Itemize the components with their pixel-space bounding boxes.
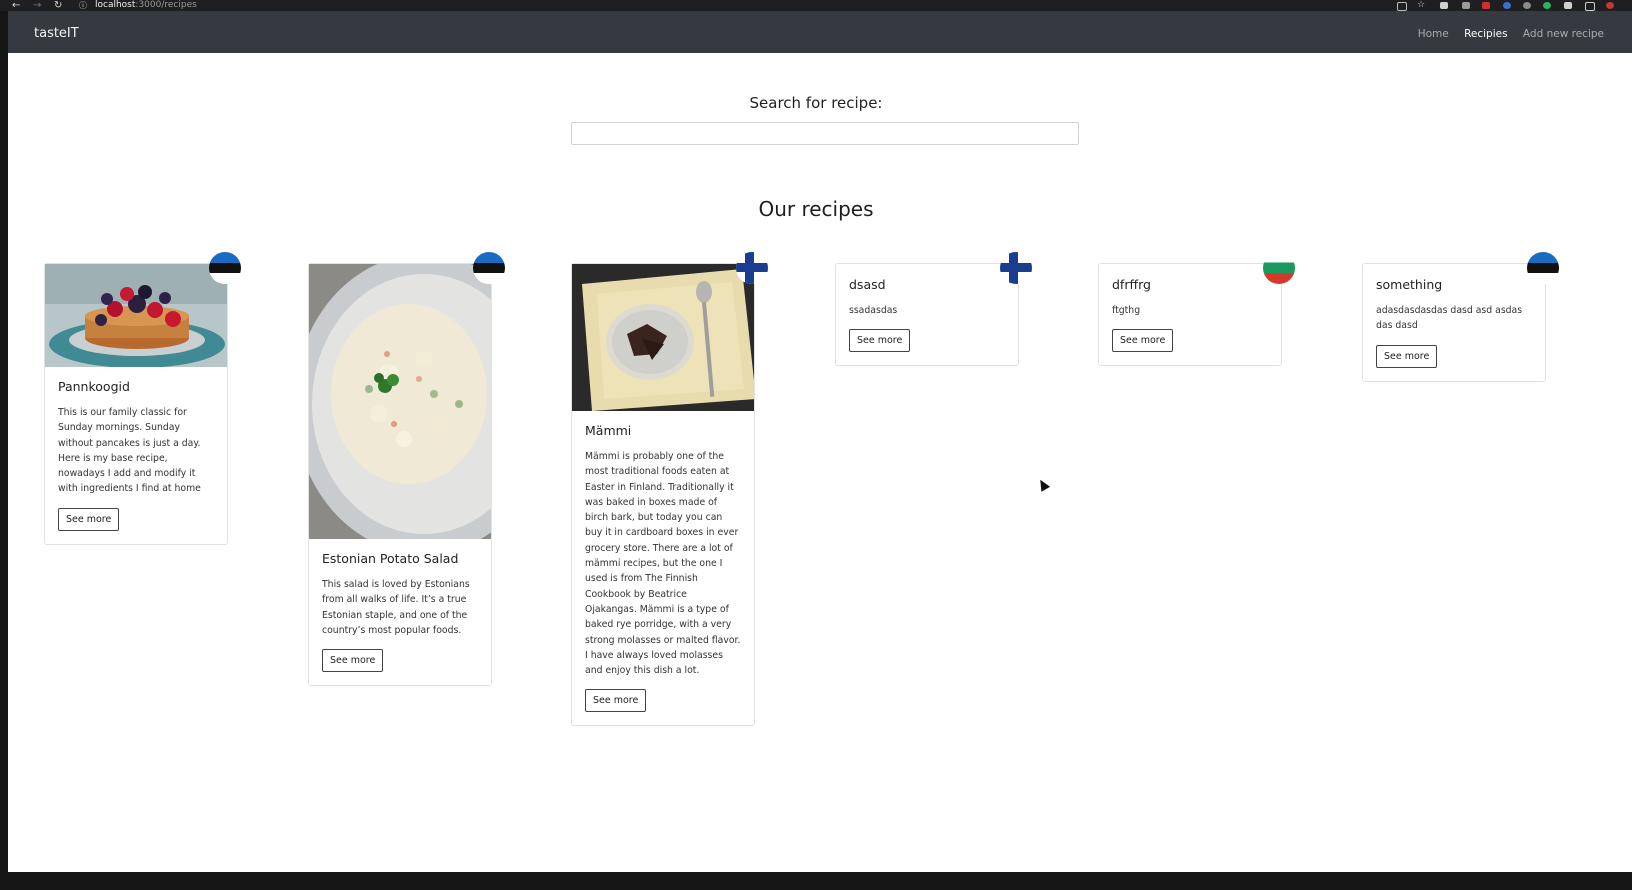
app-window: tasteIT Home Recipies Add new recipe Sea… — [8, 11, 1632, 872]
address-bar[interactable]: localhost:3000/recipes — [95, 0, 197, 11]
see-more-button[interactable]: See more — [322, 649, 384, 673]
card-title: Mämmi — [585, 423, 632, 438]
card-title: Estonian Potato Salad — [322, 551, 459, 566]
recipe-card: dfrffrg ftgthg See more — [1098, 252, 1295, 367]
url-host: localhost — [95, 0, 136, 10]
search-input[interactable] — [571, 122, 1079, 145]
estonia-flag-icon — [1527, 252, 1559, 284]
puzzle-icon[interactable] — [1564, 2, 1572, 9]
mammi-image — [572, 264, 754, 411]
finland-flag-icon — [1000, 252, 1032, 284]
profile-avatar-icon[interactable] — [1606, 2, 1614, 9]
camera-icon[interactable] — [1462, 2, 1470, 9]
nav-link-add-new-recipe[interactable]: Add new recipe — [1523, 28, 1604, 40]
recipes-heading: Our recipes — [758, 197, 874, 221]
card-text: This is our family classic for Sunday mo… — [58, 407, 201, 495]
card-text: Mämmi is probably one of the most tradit… — [585, 451, 741, 677]
search-title: Search for recipe: — [749, 94, 883, 112]
see-more-button[interactable]: See more — [58, 507, 120, 531]
card-text: This salad is loved by Estonians from al… — [322, 579, 470, 636]
extension-blue-icon[interactable] — [1503, 2, 1511, 9]
info-icon[interactable]: ⓘ — [79, 0, 87, 11]
star-icon[interactable]: ☆ — [1417, 0, 1425, 11]
card-text: ssadasdas — [849, 305, 898, 316]
nav-link-home[interactable]: Home — [1418, 28, 1449, 40]
card-title: something — [1376, 277, 1443, 292]
recipe-card: Pannkoogid This is our family classic fo… — [44, 252, 241, 545]
see-more-button[interactable]: See more — [1112, 329, 1174, 353]
extension-icon[interactable] — [1440, 2, 1448, 9]
extension-green-icon[interactable] — [1543, 2, 1551, 9]
navbar: tasteIT Home Recipies Add new recipe — [8, 11, 1632, 53]
estonia-flag-icon — [209, 252, 241, 284]
url-path: :3000/recipes — [135, 0, 197, 10]
bulgaria-flag-icon — [1263, 252, 1295, 284]
estonia-flag-icon — [473, 252, 505, 284]
brand-logo[interactable]: tasteIT — [34, 11, 79, 57]
extension-red-icon[interactable] — [1482, 2, 1490, 9]
back-icon[interactable]: ← — [12, 0, 20, 11]
card-text: ftgthg — [1112, 305, 1141, 316]
card-title: dfrffrg — [1112, 277, 1151, 292]
recipe-card: Estonian Potato Salad This salad is love… — [308, 252, 505, 687]
pancakes-image — [45, 264, 227, 367]
reload-icon[interactable]: ↻ — [54, 0, 62, 11]
recipe-card: dsasd ssadasdas See more — [835, 252, 1032, 367]
finland-flag-icon — [736, 252, 768, 284]
browser-toolbar: ← → ↻ ⓘ localhost:3000/recipes ☆ — [0, 0, 1632, 11]
potato-salad-image — [309, 264, 491, 539]
see-more-button[interactable]: See more — [1376, 344, 1438, 368]
recipe-card: Mämmi Mämmi is probably one of the most … — [571, 252, 768, 727]
extension-gray-icon[interactable] — [1523, 2, 1531, 9]
see-more-button[interactable]: See more — [585, 689, 647, 713]
card-title: dsasd — [849, 277, 886, 292]
forward-icon[interactable]: → — [33, 0, 41, 11]
recipe-card: something adasdasdasdas dasd asd asdas d… — [1362, 252, 1559, 382]
nav-link-recipies[interactable]: Recipies — [1464, 28, 1508, 40]
mouse-cursor-icon — [1035, 477, 1051, 492]
card-title: Pannkoogid — [58, 379, 130, 394]
see-more-button[interactable]: See more — [849, 329, 911, 353]
share-icon[interactable] — [1397, 2, 1407, 11]
card-text: adasdasdasdas dasd asd asdas das dasd — [1376, 305, 1523, 332]
nav-links: Home Recipies Add new recipe — [1406, 11, 1604, 57]
sidebar-icon[interactable] — [1585, 2, 1595, 11]
